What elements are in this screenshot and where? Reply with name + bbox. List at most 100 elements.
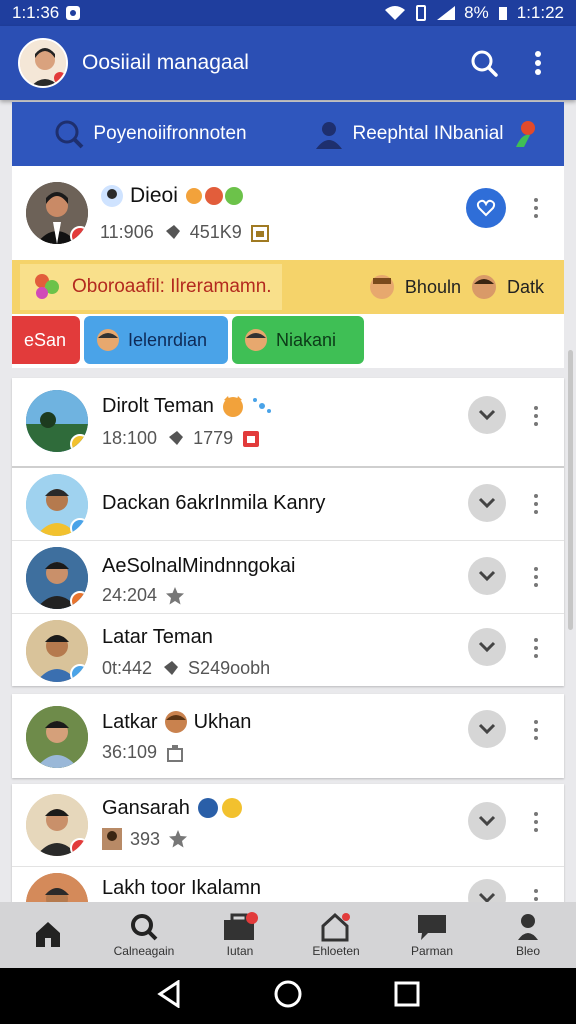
tab-bar: Poyenoiifronnoten Reephtal INbanial [12,102,564,166]
expand-button[interactable] [468,879,506,904]
status-badge [70,434,88,452]
sparkle-icon [252,398,271,413]
status-badge [70,664,88,682]
calendar-icon [250,224,269,242]
contact-row[interactable]: Dackan 6akrInmila Kanry [12,468,564,540]
nav-home[interactable] [0,919,96,951]
avatar [26,182,88,244]
person-icon [316,122,343,149]
status-bar: 1:1:36 8% 1:1:22 [0,0,576,26]
back-icon [156,978,180,1009]
face-emoji-icon [101,185,123,207]
chevron-down-icon [478,497,496,509]
avatar [26,620,88,682]
back-button[interactable] [156,978,182,1013]
home-button[interactable] [273,979,303,1014]
chip-row: eSan Ielenrdian Niakani [12,316,564,366]
scrollbar[interactable] [568,350,573,630]
expand-button[interactable] [468,802,506,840]
status-badge [70,226,88,244]
more-options-button[interactable] [524,188,548,228]
person-avatar-icon [20,40,66,86]
tab-profile[interactable]: Reephtal INbanial [288,102,564,166]
contact-row[interactable]: Latkar Ukhan 36:109 [12,694,564,778]
contact-name: Latkar Ukhan [102,710,252,733]
person-avatar-icon [26,873,88,904]
avatar [26,794,88,856]
emoji-icons [185,187,243,205]
avatar [26,706,88,768]
status-right: 8% 1:1:22 [384,3,564,23]
more-options-button[interactable] [524,484,548,524]
recents-button[interactable] [394,981,420,1012]
face-emoji-icon [369,275,394,299]
chip-green[interactable]: Niakani [232,316,364,364]
system-nav [0,968,576,1024]
contact-row[interactable]: AeSolnalMindnngokai 24:204 [12,541,564,613]
contact-row[interactable]: Lakh toor Ikalamn [12,867,564,904]
expand-button[interactable] [468,628,506,666]
more-options-button[interactable] [524,557,548,597]
status-badge [70,838,88,856]
nav-work[interactable]: Iutan [192,912,288,958]
expand-button[interactable] [468,396,506,434]
home-icon [36,922,60,947]
contact-meta: 393 [102,828,188,850]
contacts-card: Latkar Ukhan 36:109 [12,694,564,778]
chip-red[interactable]: eSan [12,316,80,364]
avatar [26,873,88,904]
recents-icon [394,981,420,1006]
search-icon [131,914,158,941]
promo-banner[interactable]: Oboroaafil: Ilreramamn. Bhouln Datk [12,260,564,314]
nav-search[interactable]: Calneagain [96,912,192,958]
more-options-button[interactable] [524,802,548,842]
pin-icon [168,430,184,447]
expand-button[interactable] [468,710,506,748]
more-options-button[interactable] [524,710,548,750]
search-button[interactable] [464,43,504,83]
chevron-down-icon [478,570,496,582]
contact-name: Gansarah [102,796,246,820]
contact-meta: 24:204 [102,585,185,606]
app-title: Oosiiail managaal [82,51,249,74]
profile-avatar[interactable] [18,38,68,88]
action-button[interactable] [466,188,506,228]
chevron-down-icon [478,723,496,735]
chip-blue[interactable]: Ielenrdian [84,316,228,364]
banner-items: Bhouln Datk [369,274,564,300]
overflow-menu-button[interactable] [518,43,558,83]
featured-card: Dieoi 11:906 451K9 Oboroaafil: Ilreramam… [12,166,564,368]
contact-name: Lakh toor Ikalamn [102,877,261,899]
face-emoji-icon [164,711,187,733]
star-icon [169,830,188,848]
contact-row[interactable]: Dirolt Teman 18:100 1779 [12,378,564,466]
more-vert-icon [535,51,541,75]
vibrate-icon [416,5,427,21]
contact-meta: 18:100 1779 [102,428,261,449]
face-emoji-icon [97,329,119,351]
more-options-button[interactable] [524,628,548,668]
briefcase-icon [224,912,258,940]
tab-label: Reephtal INbanial [352,123,504,144]
more-options-button[interactable] [524,879,548,904]
expand-button[interactable] [468,484,506,522]
chevron-down-icon [478,815,496,827]
contact-row[interactable]: Latar Teman 0t:442 S249oobh [12,614,564,686]
contact-meta: 0t:442 S249oobh [102,658,271,678]
nav-alerts[interactable]: Ehloeten [288,912,384,958]
tab-label: Poyenoiifronnoten [93,123,247,144]
nav-messages[interactable]: Parman [384,912,480,958]
building-icon [167,744,184,762]
face-emoji-icon [471,275,496,299]
cat-emoji-icon [222,396,243,417]
tab-search[interactable]: Poyenoiifronnoten [12,102,288,166]
nav-profile[interactable]: Bleo [480,912,576,958]
expand-button[interactable] [468,557,506,595]
status-badge [70,591,88,609]
contact-row[interactable]: Gansarah 393 [12,784,564,866]
more-options-button[interactable] [524,396,548,436]
avatar [26,390,88,452]
contact-meta: 36:109 [102,742,185,763]
featured-contact-row[interactable]: Dieoi 11:906 451K9 [12,166,564,260]
banner-main: Oboroaafil: Ilreramamn. [20,264,282,310]
